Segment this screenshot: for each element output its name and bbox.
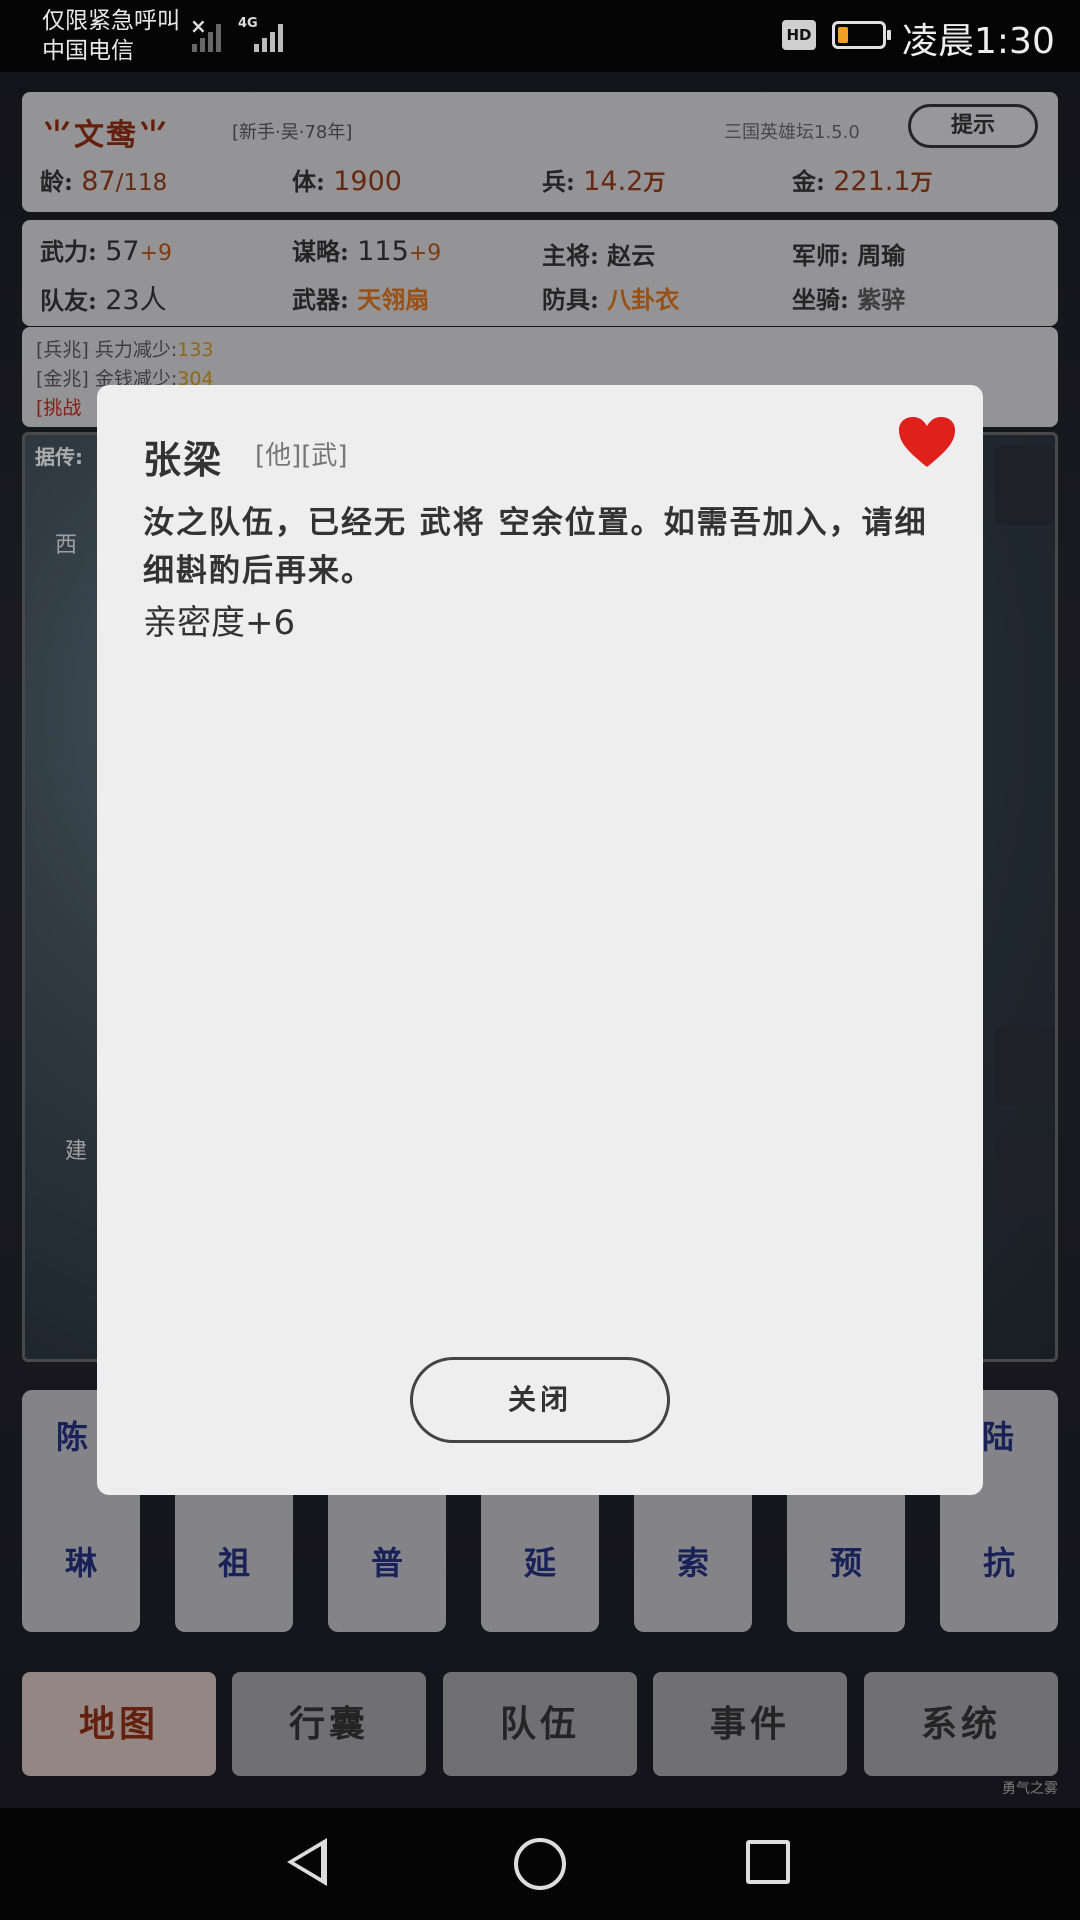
home-icon[interactable] [514,1838,566,1890]
dialog-intimacy: 亲密度+6 [143,603,296,643]
status-bar: 仅限紧急呼叫 中国电信 × 4G HD 凌晨1:30 [0,0,1080,72]
no-signal-icon: × [190,14,207,38]
dialog-character-tags: [他][武] [255,441,348,471]
hd-badge: HD [782,20,816,50]
clock: 凌晨1:30 [902,21,1055,62]
system-nav-bar [0,1808,1080,1920]
back-icon[interactable] [287,1838,327,1886]
carrier-info: 仅限紧急呼叫 中国电信 [42,6,180,66]
heart-icon[interactable] [897,415,957,469]
close-button[interactable]: 关闭 [410,1357,670,1443]
dialog-character-name: 张梁 [143,437,224,482]
battery-icon [832,21,891,49]
carrier-line1: 仅限紧急呼叫 [42,8,180,34]
network-type: 4G [238,16,258,31]
carrier-line2: 中国电信 [42,38,134,64]
dialog-message: 汝之队伍，已经无 武将 空余位置。如需吾加入，请细细斟酌后再来。 [143,505,928,589]
recent-apps-icon[interactable] [746,1840,790,1884]
character-dialog: 张梁 [他][武] 汝之队伍，已经无 武将 空余位置。如需吾加入，请细细斟酌后再… [97,385,983,1495]
